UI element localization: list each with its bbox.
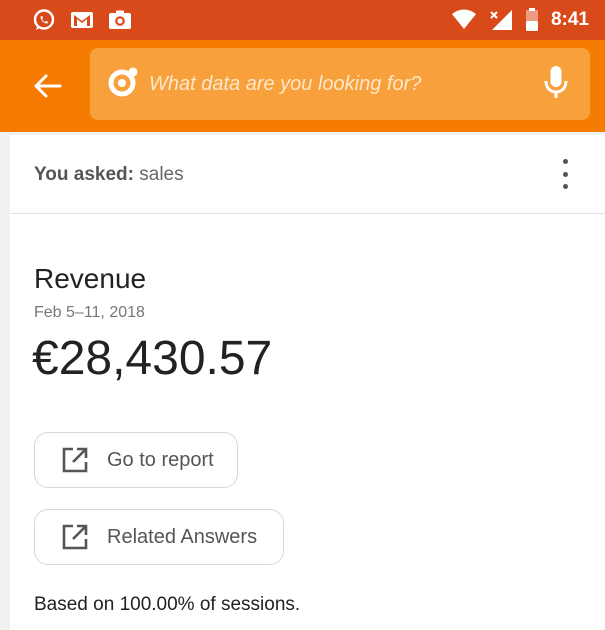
microphone-icon	[544, 66, 568, 98]
query-summary: You asked: sales	[34, 163, 184, 187]
arrow-left-icon	[34, 74, 62, 98]
analytics-intelligence-icon	[108, 67, 138, 97]
camera-icon	[109, 10, 131, 29]
status-bar: 8:41	[0, 0, 605, 40]
metric-date-range: Feb 5–11, 2018	[34, 304, 145, 321]
go-to-report-button[interactable]: Go to report	[34, 432, 238, 488]
metric-value: €28,430.57	[32, 332, 273, 385]
query-label: You asked:	[34, 164, 134, 185]
battery-icon	[525, 8, 538, 31]
system-status: 8:41	[451, 8, 589, 32]
whatsapp-icon	[33, 9, 55, 30]
related-answers-label: Related Answers	[107, 526, 258, 548]
more-options-button[interactable]	[559, 159, 571, 189]
open-external-icon	[62, 447, 88, 473]
wifi-icon	[451, 9, 476, 29]
query-row: You asked: sales	[10, 135, 605, 214]
gmail-icon	[71, 12, 93, 28]
signal-icon	[490, 10, 512, 30]
search-input[interactable]: What data are you looking for?	[149, 72, 421, 96]
metric-title: Revenue	[34, 263, 147, 294]
app-bar: What data are you looking for?	[0, 40, 605, 132]
notification-icons	[32, 8, 132, 32]
open-external-icon	[62, 524, 88, 550]
search-box[interactable]: What data are you looking for?	[90, 48, 590, 120]
query-value: sales	[139, 164, 184, 185]
more-vert-icon	[562, 159, 568, 164]
go-to-report-label: Go to report	[107, 449, 214, 471]
sessions-note: Based on 100.00% of sessions.	[34, 594, 301, 615]
status-time: 8:41	[550, 9, 589, 30]
back-button[interactable]	[30, 68, 66, 104]
voice-search-button[interactable]	[542, 64, 570, 102]
related-answers-button[interactable]: Related Answers	[34, 509, 284, 565]
answer-card: You asked: sales Revenue Feb 5–11, 2018 …	[10, 135, 605, 630]
